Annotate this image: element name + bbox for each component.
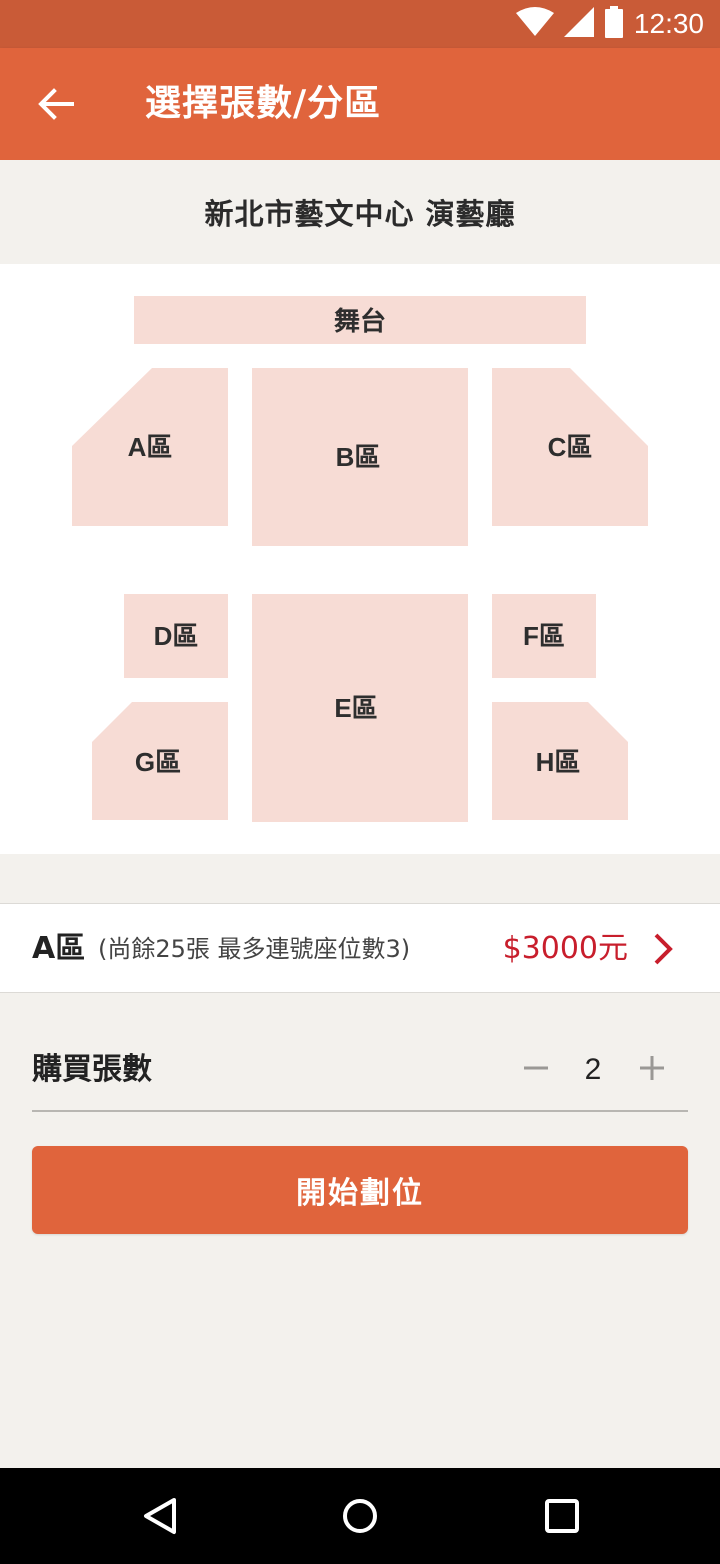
arrow-left-icon xyxy=(38,88,74,120)
zone-h[interactable]: H區 xyxy=(492,702,628,820)
signal-icon xyxy=(563,7,594,41)
minus-icon xyxy=(524,1066,548,1070)
stage: 舞台 xyxy=(134,296,586,344)
selected-zone-price: $3000元 xyxy=(502,931,628,966)
status-bar: 12:30 xyxy=(0,0,720,48)
start-seat-selection-button[interactable]: 開始劃位 xyxy=(32,1146,688,1234)
home-circle-icon xyxy=(343,1499,377,1533)
status-time: 12:30 xyxy=(633,8,704,39)
system-nav-bar xyxy=(0,1468,720,1564)
page-title: 選擇張數/分區 xyxy=(145,83,382,124)
back-button[interactable] xyxy=(26,76,86,132)
venue-name: 新北市藝文中心 演藝廳 xyxy=(204,197,516,231)
zone-c-label: C區 xyxy=(548,432,593,462)
zone-g[interactable]: G區 xyxy=(92,702,228,820)
selected-zone-remaining: (尚餘25張 最多連號座位數3) xyxy=(98,935,411,963)
nav-recents-button[interactable] xyxy=(538,1492,586,1540)
battery-icon xyxy=(604,6,624,42)
zone-f-label: F區 xyxy=(523,621,565,651)
zone-a[interactable]: A區 xyxy=(72,368,228,526)
selected-zone-name: A區 xyxy=(32,931,86,966)
zone-d[interactable]: D區 xyxy=(124,594,228,678)
zone-g-label: G區 xyxy=(135,747,181,777)
seat-map: 舞台 A區 B區 C區 D區 E區 F區 G區 H區 xyxy=(0,264,720,854)
nav-home-button[interactable] xyxy=(336,1492,384,1540)
quantity-minus-button[interactable] xyxy=(514,1046,558,1090)
venue-header: 新北市藝文中心 演藝廳 xyxy=(0,160,720,264)
quantity-label: 購買張數 xyxy=(32,1052,152,1087)
recents-square-icon xyxy=(545,1499,579,1533)
zone-c[interactable]: C區 xyxy=(492,368,648,526)
zone-e-label: E區 xyxy=(334,693,377,723)
plus-icon xyxy=(640,1056,664,1080)
zone-b[interactable]: B區 xyxy=(252,368,468,546)
wifi-icon xyxy=(515,7,554,41)
zone-h-label: H區 xyxy=(536,747,581,777)
zone-d-label: D區 xyxy=(154,621,199,651)
zone-f[interactable]: F區 xyxy=(492,594,596,678)
quantity-value: 2 xyxy=(584,1053,602,1086)
app-bar: 選擇張數/分區 xyxy=(0,48,720,160)
back-triangle-icon xyxy=(144,1498,176,1534)
zone-a-label: A區 xyxy=(128,432,173,462)
stage-label: 舞台 xyxy=(334,306,386,336)
quantity-plus-button[interactable] xyxy=(630,1046,674,1090)
zone-b-label: B區 xyxy=(336,442,381,472)
chevron-right-icon xyxy=(654,933,673,965)
status-icons: 12:30 xyxy=(515,0,704,48)
quantity-stepper: 購買張數 2 xyxy=(32,1028,688,1112)
zone-e[interactable]: E區 xyxy=(252,594,468,822)
nav-back-button[interactable] xyxy=(136,1492,184,1540)
selected-zone-row[interactable]: A區 (尚餘25張 最多連號座位數3) $3000元 xyxy=(0,903,720,993)
